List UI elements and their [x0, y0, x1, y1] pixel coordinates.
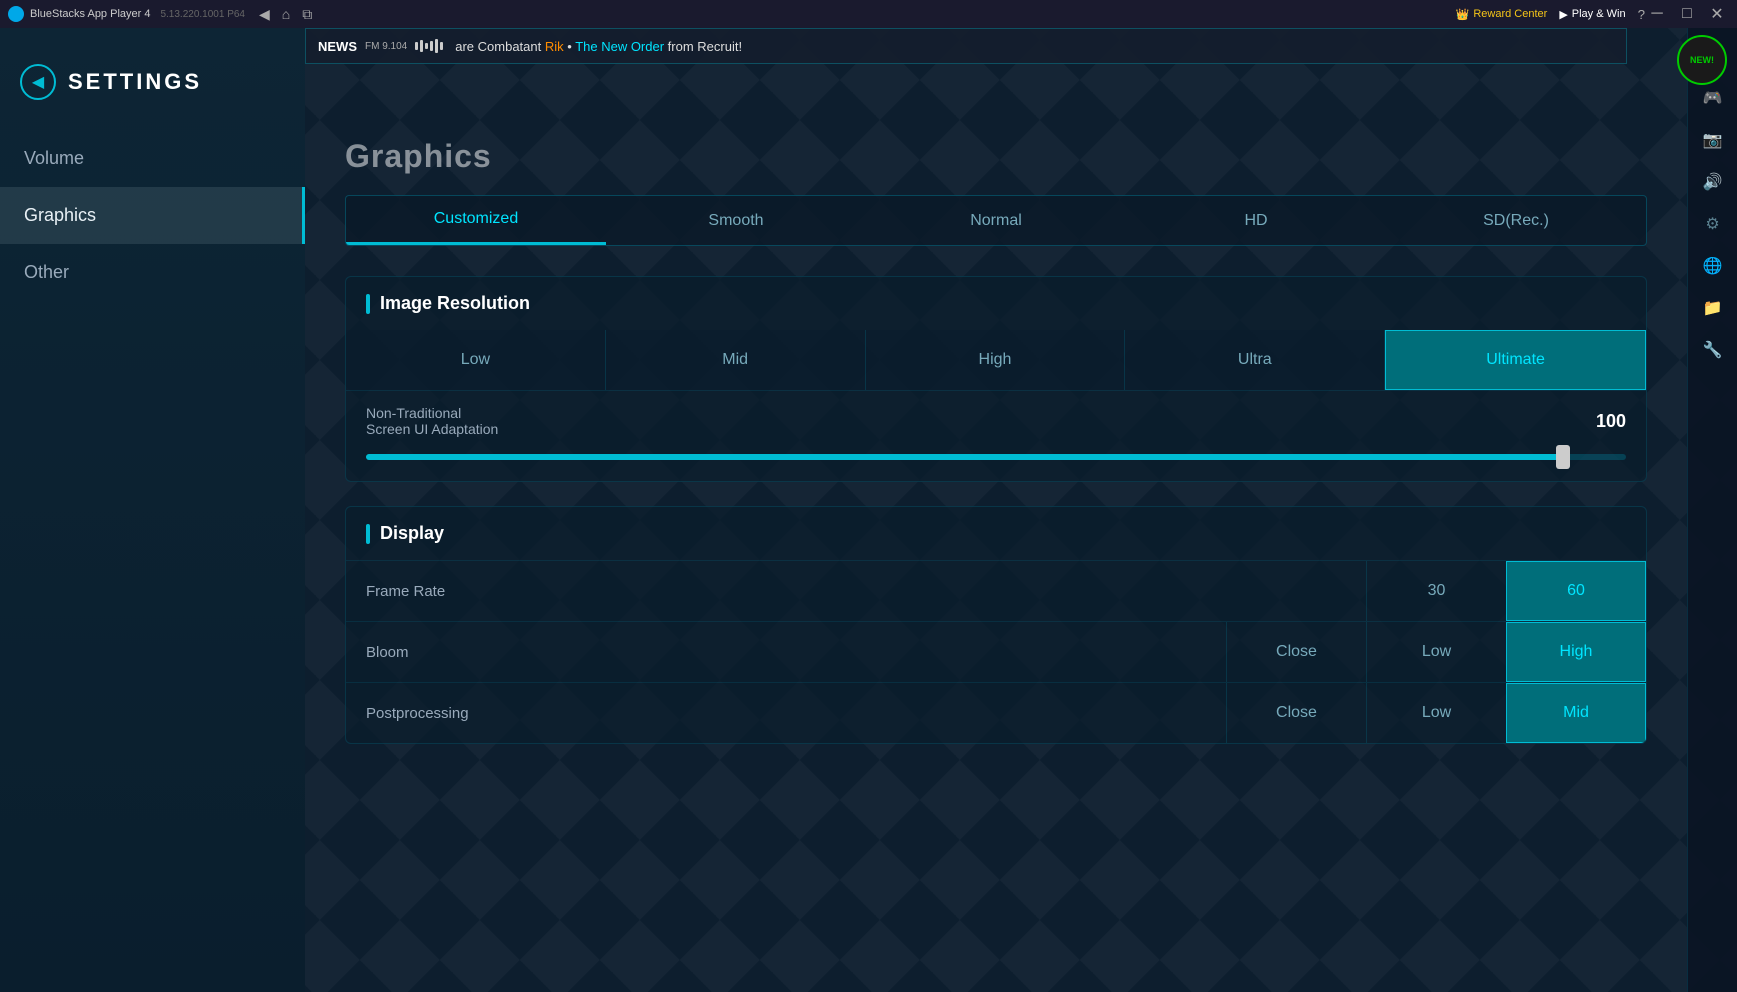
reward-label: Reward Center [1473, 8, 1547, 20]
bluestacks-logo [8, 6, 24, 22]
play-win[interactable]: ▶ Play & Win [1559, 8, 1625, 21]
news-highlight1: Rik [545, 39, 564, 54]
bloom-row: Bloom Close Low High [346, 621, 1646, 682]
postprocessing-low[interactable]: Low [1366, 683, 1506, 743]
titlebar: BlueStacks App Player 4 5.13.220.1001 P6… [0, 0, 1737, 28]
display-title: Display [346, 507, 1646, 560]
news-bar-4 [430, 41, 433, 51]
bloom-label: Bloom [346, 624, 1226, 681]
news-separator: • [564, 39, 576, 54]
resolution-high[interactable]: High [866, 330, 1126, 390]
postprocessing-mid[interactable]: Mid [1506, 683, 1646, 743]
slider-fill [366, 454, 1563, 460]
frame-rate-row: Frame Rate 30 60 [346, 560, 1646, 621]
news-text-pre: are Combatant [455, 39, 545, 54]
new-badge: NEW! [1677, 35, 1727, 85]
slider-thumb[interactable] [1556, 445, 1570, 469]
right-icon-folder[interactable]: 📁 [1695, 290, 1731, 326]
news-bar-6 [440, 42, 443, 50]
home-nav-button[interactable]: ⌂ [278, 4, 294, 24]
reward-center[interactable]: 👑 Reward Center [1456, 8, 1548, 21]
news-text: are Combatant Rik • The New Order from R… [455, 39, 742, 54]
resolution-ultimate[interactable]: Ultimate [1385, 330, 1646, 390]
frame-rate-options: 30 60 [1366, 561, 1646, 621]
app-version: 5.13.220.1001 P64 [160, 9, 245, 20]
sidebar-item-graphics[interactable]: Graphics [0, 187, 305, 244]
postprocessing-options: Close Low Mid [1226, 683, 1646, 743]
frame-rate-label: Frame Rate [346, 563, 1366, 620]
postprocessing-close[interactable]: Close [1226, 683, 1366, 743]
news-bar-5 [435, 39, 438, 53]
bloom-options: Close Low High [1226, 622, 1646, 682]
bloom-low[interactable]: Low [1366, 622, 1506, 682]
play-icon: ▶ [1559, 8, 1567, 21]
help-button[interactable]: ? [1638, 7, 1645, 22]
minimize-button[interactable]: ─ [1645, 2, 1669, 26]
right-icon-settings[interactable]: ⚙ [1695, 206, 1731, 242]
news-bar-1 [415, 42, 418, 50]
app-title: BlueStacks App Player 4 [30, 8, 150, 20]
ui-adaptation-slider-row: Non-Traditional Screen UI Adaptation 100 [346, 390, 1646, 481]
frame-rate-60[interactable]: 60 [1506, 561, 1646, 621]
news-bar-2 [420, 40, 423, 52]
right-icon-wrench[interactable]: 🔧 [1695, 332, 1731, 368]
news-banner: NEWS FM 9.104 are Combatant Rik • The Ne… [305, 28, 1627, 64]
main-container: ◀ SETTINGS Volume Graphics Other NEWS FM… [0, 28, 1737, 992]
bloom-close[interactable]: Close [1226, 622, 1366, 682]
resolution-options: Low Mid High Ultra Ultimate [346, 330, 1646, 390]
image-resolution-title: Image Resolution [346, 277, 1646, 330]
resolution-low[interactable]: Low [346, 330, 606, 390]
frame-rate-30[interactable]: 30 [1366, 561, 1506, 621]
right-sidebar: 🖥 🎮 📷 🔊 ⚙ 🌐 📁 🔧 [1687, 28, 1737, 992]
slider-header: Non-Traditional Screen UI Adaptation 100 [366, 405, 1626, 437]
display-section: Display Frame Rate 30 60 Bloom Close Low [345, 506, 1647, 744]
tab-normal[interactable]: Normal [866, 196, 1126, 245]
news-fm: FM 9.104 [365, 41, 407, 52]
content-inner: Graphics Customized Smooth Normal HD SD(… [345, 48, 1647, 744]
sidebar-item-volume[interactable]: Volume [0, 130, 305, 187]
windows-nav-button[interactable]: ⧉ [298, 4, 316, 25]
news-bar-3 [425, 43, 428, 49]
image-resolution-section: Image Resolution Low Mid High Ultra Ulti… [345, 276, 1647, 482]
settings-header: ◀ SETTINGS [0, 48, 222, 130]
resolution-mid[interactable]: Mid [606, 330, 866, 390]
right-icon-audio[interactable]: 🔊 [1695, 164, 1731, 200]
bloom-high[interactable]: High [1506, 622, 1646, 682]
tab-customized[interactable]: Customized [346, 196, 606, 245]
postprocessing-row: Postprocessing Close Low Mid [346, 682, 1646, 743]
back-nav-button[interactable]: ◀ [255, 4, 274, 25]
settings-back-icon[interactable]: ◀ [20, 64, 56, 100]
content-panel: NEWS FM 9.104 are Combatant Rik • The Ne… [305, 28, 1687, 992]
right-icon-globe[interactable]: 🌐 [1695, 248, 1731, 284]
page-title: Graphics [345, 138, 1647, 175]
right-icon-camera[interactable]: 📷 [1695, 122, 1731, 158]
reward-icon: 👑 [1456, 8, 1470, 21]
maximize-button[interactable]: □ [1675, 2, 1699, 26]
titlebar-nav: ◀ ⌂ ⧉ [255, 4, 316, 25]
news-label: NEWS [318, 39, 357, 54]
slider-value: 100 [1596, 411, 1626, 432]
resolution-ultra[interactable]: Ultra [1125, 330, 1385, 390]
sidebar-item-other[interactable]: Other [0, 244, 305, 301]
tab-smooth[interactable]: Smooth [606, 196, 866, 245]
settings-title: SETTINGS [68, 69, 202, 95]
titlebar-controls: ─ □ ✕ [1645, 2, 1729, 26]
titlebar-left: BlueStacks App Player 4 5.13.220.1001 P6… [8, 6, 245, 22]
news-text-post: from Recruit! [664, 39, 742, 54]
quality-tabs: Customized Smooth Normal HD SD(Rec.) [345, 195, 1647, 246]
right-icon-controller[interactable]: 🎮 [1695, 80, 1731, 116]
slider-label: Non-Traditional Screen UI Adaptation [366, 405, 498, 437]
play-label: Play & Win [1572, 8, 1626, 20]
news-highlight2: The New Order [575, 39, 664, 54]
news-bars [415, 39, 443, 53]
postprocessing-label: Postprocessing [346, 685, 1226, 742]
tab-sd-rec[interactable]: SD(Rec.) [1386, 196, 1646, 245]
tab-hd[interactable]: HD [1126, 196, 1386, 245]
close-button[interactable]: ✕ [1705, 2, 1729, 26]
titlebar-right: 👑 Reward Center ▶ Play & Win ? [1456, 7, 1645, 22]
slider-track [366, 454, 1626, 460]
sidebar: ◀ SETTINGS Volume Graphics Other [0, 28, 305, 992]
slider-track-container [366, 447, 1626, 467]
